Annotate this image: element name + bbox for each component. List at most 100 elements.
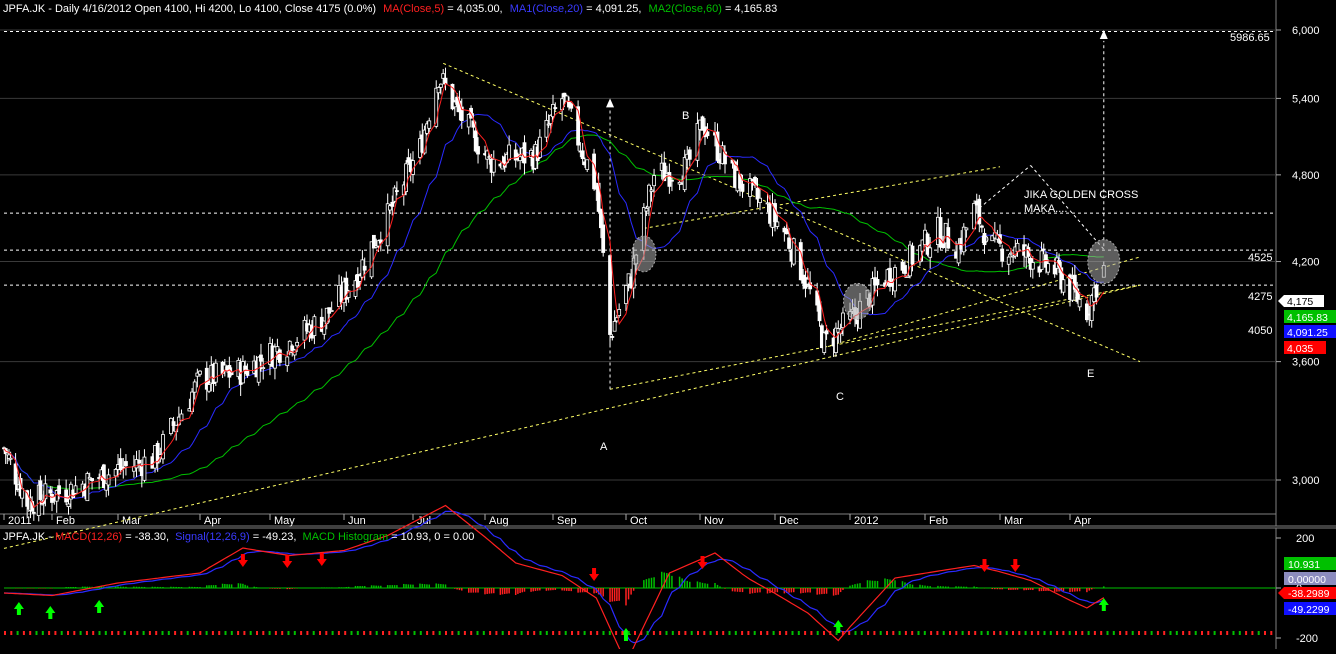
signal-dot bbox=[911, 631, 914, 635]
candle-body bbox=[667, 172, 672, 187]
date-tick-label: Sep bbox=[557, 515, 577, 527]
signal-dot bbox=[29, 631, 32, 635]
signal-dot bbox=[1182, 631, 1185, 635]
candle-body bbox=[687, 149, 692, 160]
signal-dot bbox=[949, 631, 951, 635]
signal-dot bbox=[262, 631, 265, 635]
signal-dot bbox=[67, 631, 69, 635]
signal-dot bbox=[1125, 631, 1128, 635]
signal-dot bbox=[155, 631, 158, 635]
signal-dot bbox=[879, 631, 882, 635]
candle-body bbox=[124, 461, 128, 467]
candle-body bbox=[903, 265, 907, 274]
candle-body bbox=[113, 469, 118, 477]
price-header: JPFA.JK - Daily 4/16/2012 Open 4100, Hi … bbox=[3, 3, 777, 15]
signal-dot bbox=[1207, 631, 1210, 635]
signal-dot bbox=[1238, 631, 1241, 635]
date-tick-label: Oct bbox=[630, 515, 647, 527]
candle-body bbox=[647, 184, 651, 208]
candle-body bbox=[624, 285, 628, 304]
signal-dot bbox=[501, 631, 504, 635]
signal-dot bbox=[356, 631, 359, 635]
signal-dot bbox=[602, 631, 605, 635]
signal-dot bbox=[148, 631, 151, 635]
signal-dot bbox=[1049, 631, 1052, 635]
signal-legend-value: = -49.23, bbox=[250, 531, 297, 543]
signal-dot bbox=[684, 631, 687, 635]
signal-dot bbox=[1251, 631, 1254, 635]
date-tick-label: Dec bbox=[779, 515, 799, 527]
candle-body bbox=[758, 197, 762, 203]
candle-body bbox=[436, 87, 441, 94]
signal-dot bbox=[873, 631, 876, 635]
signal-dot bbox=[728, 631, 731, 635]
signal-dot bbox=[319, 631, 321, 635]
candle-body bbox=[775, 221, 780, 227]
ma20-legend-value: = 4,091.25, bbox=[583, 3, 641, 15]
signal-dot bbox=[816, 631, 819, 635]
signal-dot bbox=[256, 631, 258, 635]
signal-dot bbox=[1056, 631, 1059, 635]
candle-body bbox=[522, 142, 527, 164]
histogram-legend: MACD Histogram bbox=[303, 531, 389, 543]
candle-body bbox=[441, 73, 446, 79]
signal-box-text: -49.2299 bbox=[1288, 604, 1330, 616]
signal-dot bbox=[1175, 631, 1178, 635]
signal-dot bbox=[344, 631, 347, 635]
zero-legend: 0 = 0.00 bbox=[431, 531, 474, 543]
macd-header: JPFA.JK - MACD(12,26) = -38.30, Signal(1… bbox=[3, 531, 474, 543]
signal-dot bbox=[463, 631, 466, 635]
signal-dot bbox=[476, 631, 479, 635]
date-tick-label: Feb bbox=[56, 515, 75, 527]
date-tick-label: Nov bbox=[704, 515, 724, 527]
signal-dot bbox=[760, 631, 762, 635]
signal-dot bbox=[1030, 631, 1033, 635]
signal-dot bbox=[823, 631, 825, 635]
signal-dot bbox=[1150, 631, 1153, 635]
signal-dot bbox=[1093, 631, 1096, 635]
signal-dot bbox=[1264, 631, 1266, 635]
signal-dot bbox=[92, 631, 95, 635]
signal-dot bbox=[73, 631, 76, 635]
histogram-legend-value: = 10.93, bbox=[388, 531, 431, 543]
signal-dot bbox=[350, 631, 353, 635]
price-tick-label: 6,000 bbox=[1292, 25, 1320, 37]
signal-dot bbox=[136, 631, 139, 635]
signal-dot bbox=[218, 631, 221, 635]
signal-dot bbox=[300, 631, 303, 635]
stock-chart-window: 3,000 3,600 4,200 4,800 5,400 6,000 2011 Feb Ma… bbox=[0, 0, 1336, 654]
candle-body bbox=[392, 187, 397, 202]
candle-body bbox=[905, 275, 910, 278]
signal-dot bbox=[734, 631, 737, 635]
signal-dot bbox=[174, 631, 177, 635]
ma60-legend: MA2(Close,60) bbox=[649, 3, 722, 15]
candle-body bbox=[824, 330, 829, 335]
signal-dot bbox=[426, 631, 429, 635]
signal-dot bbox=[470, 631, 473, 635]
candle-body bbox=[1030, 262, 1035, 270]
signal-dot bbox=[205, 631, 208, 635]
candle-body bbox=[822, 332, 827, 353]
candle-body bbox=[38, 480, 43, 500]
signal-dot bbox=[1201, 631, 1203, 635]
signal-dot bbox=[293, 631, 296, 635]
ma60-legend-value: = 4,165.83 bbox=[722, 3, 777, 15]
ma20-legend: MA1(Close,20) bbox=[510, 3, 583, 15]
signal-dot bbox=[1131, 631, 1134, 635]
candle-body bbox=[841, 312, 845, 328]
label-c: C bbox=[836, 391, 844, 403]
signal-dot bbox=[634, 631, 636, 635]
signal-dot bbox=[930, 631, 933, 635]
signal-dot bbox=[1144, 631, 1147, 635]
signal-dot bbox=[848, 631, 851, 635]
candle-body bbox=[553, 107, 558, 109]
candle-body bbox=[1084, 303, 1089, 321]
candle-body bbox=[1000, 248, 1005, 262]
candle-body bbox=[259, 354, 263, 362]
close-box-text: 4,175 bbox=[1287, 296, 1313, 308]
signal-dot bbox=[1018, 631, 1021, 635]
macd-tick-label: 200 bbox=[1296, 533, 1314, 545]
candle-body bbox=[928, 247, 933, 258]
macd-legend: MACD(12,26) bbox=[55, 531, 122, 543]
candle-body bbox=[438, 83, 443, 88]
